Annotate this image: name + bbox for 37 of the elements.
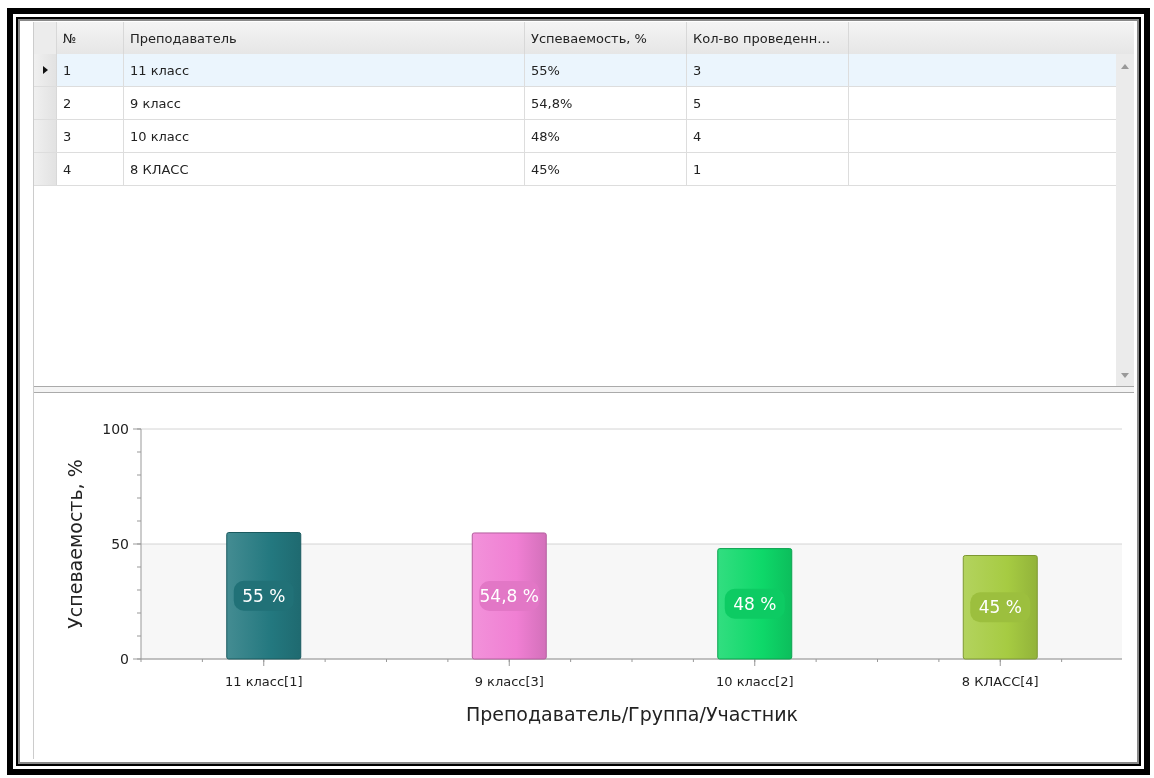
table-cell: 4 (687, 120, 849, 152)
x-category-label: 10 класс[2] (716, 674, 794, 689)
table-cell: 1 (687, 153, 849, 185)
y-tick-label: 100 (102, 421, 129, 437)
table-cell: 2 (57, 87, 124, 119)
value-label: 54,8 % (479, 581, 540, 611)
table-cell: 8 КЛАСС (124, 153, 525, 185)
table-cell: 1 (57, 54, 124, 86)
y-tick-label: 50 (111, 536, 129, 552)
row-pointer-icon (42, 66, 48, 74)
y-tick-label: 0 (120, 651, 129, 667)
value-label: 45 % (970, 592, 1031, 623)
x-category-label: 8 КЛАСС[4] (961, 674, 1039, 689)
x-axis-title: Преподаватель/Группа/Участник (465, 703, 799, 725)
table-cell: 3 (687, 54, 849, 86)
table-cell: 10 класс (124, 120, 525, 152)
row-header[interactable] (34, 54, 57, 86)
y-axis-title: Успеваемость, % (64, 459, 86, 629)
table-cell: 54,8% (525, 87, 687, 119)
scroll-up-icon[interactable] (1121, 64, 1129, 69)
x-category-label: 9 класс[3] (474, 674, 544, 689)
table-cell: 5 (687, 87, 849, 119)
table-cell: 45% (525, 153, 687, 185)
table-row[interactable]: 3 10 класс 48% 4 (34, 120, 1116, 153)
table-row[interactable]: 2 9 класс 54,8% 5 (34, 87, 1116, 120)
table-cell: 9 класс (124, 87, 525, 119)
x-category-label: 11 класс[1] (225, 674, 303, 689)
scrollbar[interactable] (1116, 54, 1134, 386)
table-row[interactable]: 1 11 класс 55% 3 (34, 54, 1116, 87)
table-cell: 55% (525, 54, 687, 86)
table-cell: 11 класс (124, 54, 525, 86)
scroll-down-icon[interactable] (1121, 373, 1129, 378)
table-cell: 4 (57, 153, 124, 185)
table-cell: 48% (525, 120, 687, 152)
table-cell: 3 (57, 120, 124, 152)
splitter[interactable] (34, 387, 1134, 393)
table-row[interactable]: 4 8 КЛАСС 45% 1 (34, 153, 1116, 186)
